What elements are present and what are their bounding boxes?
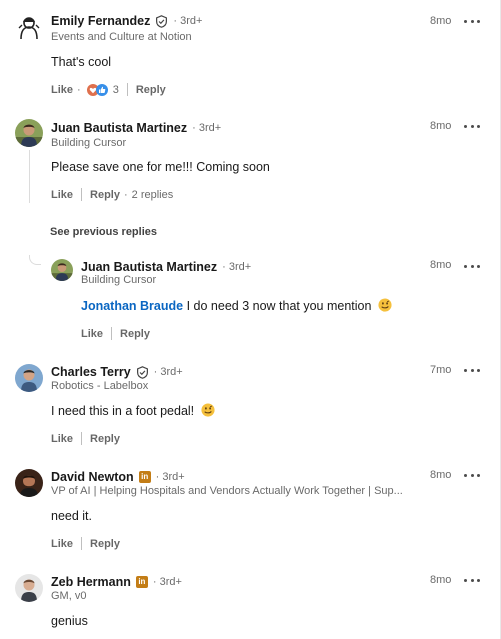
commenter-name[interactable]: David Newton [51, 470, 134, 484]
connection-degree: · 3rd+ [192, 122, 222, 134]
timestamp: 8mo [430, 15, 452, 27]
ellipsis-icon[interactable] [464, 577, 480, 583]
commenter-name[interactable]: Zeb Hermann [51, 575, 131, 589]
reactions[interactable]: 3 [86, 83, 119, 96]
timestamp: 8mo [430, 574, 452, 586]
divider [81, 188, 83, 201]
ellipsis-icon[interactable] [464, 18, 480, 24]
divider [111, 327, 113, 340]
ellipsis-icon[interactable] [464, 472, 480, 478]
timestamp: 8mo [430, 259, 452, 271]
comment-juan: Juan Bautista Martinez · 3rd+ Building C… [0, 105, 500, 355]
reply-button[interactable]: Reply [90, 189, 120, 201]
divider [126, 83, 128, 96]
thread-connector [29, 255, 41, 265]
connection-degree: · 3rd+ [173, 15, 203, 27]
timestamp: 8mo [430, 469, 452, 481]
commenter-name[interactable]: Charles Terry [51, 365, 131, 379]
like-button[interactable]: Like [51, 84, 73, 96]
avatar[interactable] [15, 364, 43, 392]
avatar[interactable] [15, 14, 43, 42]
like-button[interactable]: Like [81, 328, 103, 340]
shield-check-icon [155, 14, 168, 28]
shield-check-icon [136, 365, 149, 379]
comment-text: Please save one for me!!! Coming soon [51, 160, 270, 174]
ellipsis-icon[interactable] [464, 263, 480, 269]
timestamp: 8mo [430, 120, 452, 132]
comment-text: genius [51, 614, 88, 628]
reaction-count: 3 [112, 83, 119, 96]
connection-degree: · 3rd+ [152, 576, 182, 588]
commenter-name[interactable]: Emily Fernandez [51, 14, 150, 28]
commenter-headline: Events and Culture at Notion [51, 31, 192, 43]
comment-text: need it. [51, 509, 93, 523]
commenter-headline: GM, v0 [51, 590, 87, 602]
divider [81, 537, 83, 550]
commenter-headline: Building Cursor [51, 137, 127, 149]
reply-button[interactable]: Reply [136, 84, 166, 96]
reply-actions: Like Reply [81, 327, 150, 340]
like-button[interactable]: Like [51, 538, 73, 550]
comment-charles: Charles Terry · 3rd+ Robotics - Labelbox… [0, 355, 500, 460]
comment-actions: Like Reply [51, 537, 120, 550]
commenter-headline: Robotics - Labelbox [51, 380, 149, 392]
connection-degree: · 3rd+ [153, 366, 183, 378]
reply-commenter-name[interactable]: Juan Bautista Martinez [81, 260, 217, 274]
connection-degree: · 3rd+ [155, 471, 185, 483]
reply-commenter-headline: Building Cursor [81, 274, 157, 286]
thumbs-up-reaction-icon [95, 83, 108, 96]
reply-text: Jonathan Braude I do need 3 now that you… [81, 298, 392, 313]
reply-button[interactable]: Reply [90, 538, 120, 550]
timestamp: 7mo [430, 364, 452, 376]
replies-count-link[interactable]: 2 replies [132, 189, 174, 201]
comment-actions: Like Reply · 2 replies [51, 188, 174, 201]
reply-button[interactable]: Reply [90, 433, 120, 445]
like-button[interactable]: Like [51, 433, 73, 445]
linkedin-premium-icon: in [138, 471, 151, 483]
reply-text-body: I do need 3 now that you mention [186, 299, 372, 313]
comment-david: David Newton in · 3rd+ VP of AI | Helpin… [0, 460, 500, 565]
connection-degree: · 3rd+ [222, 261, 252, 273]
comment-actions: Like · 3 Reply [51, 83, 166, 96]
like-button[interactable]: Like [51, 189, 73, 201]
comment-text: That's cool [51, 55, 112, 69]
comment-actions: Like Reply [51, 432, 120, 445]
linkedin-premium-icon: in [135, 576, 148, 588]
ellipsis-icon[interactable] [464, 367, 480, 373]
mention-link[interactable]: Jonathan Braude [81, 299, 183, 313]
comment-emily: Emily Fernandez · 3rd+ Events and Cultur… [0, 0, 500, 105]
avatar[interactable] [15, 469, 43, 497]
avatar[interactable] [15, 119, 43, 147]
comment-text: I need this in a foot pedal! [51, 403, 215, 418]
avatar[interactable] [15, 574, 43, 602]
commenter-name[interactable]: Juan Bautista Martinez [51, 121, 187, 135]
comment-zeb: Zeb Hermann in · 3rd+ GM, v0 8mo genius [0, 565, 500, 639]
reply-avatar[interactable] [51, 259, 73, 281]
ellipsis-icon[interactable] [464, 123, 480, 129]
commenter-headline: VP of AI | Helping Hospitals and Vendors… [51, 485, 403, 497]
grimacing-emoji-icon [378, 298, 392, 312]
thread-line [29, 150, 30, 203]
grimacing-emoji-icon [201, 403, 215, 417]
see-previous-replies-button[interactable]: See previous replies [50, 226, 157, 238]
divider [81, 432, 83, 445]
reply-button[interactable]: Reply [120, 328, 150, 340]
